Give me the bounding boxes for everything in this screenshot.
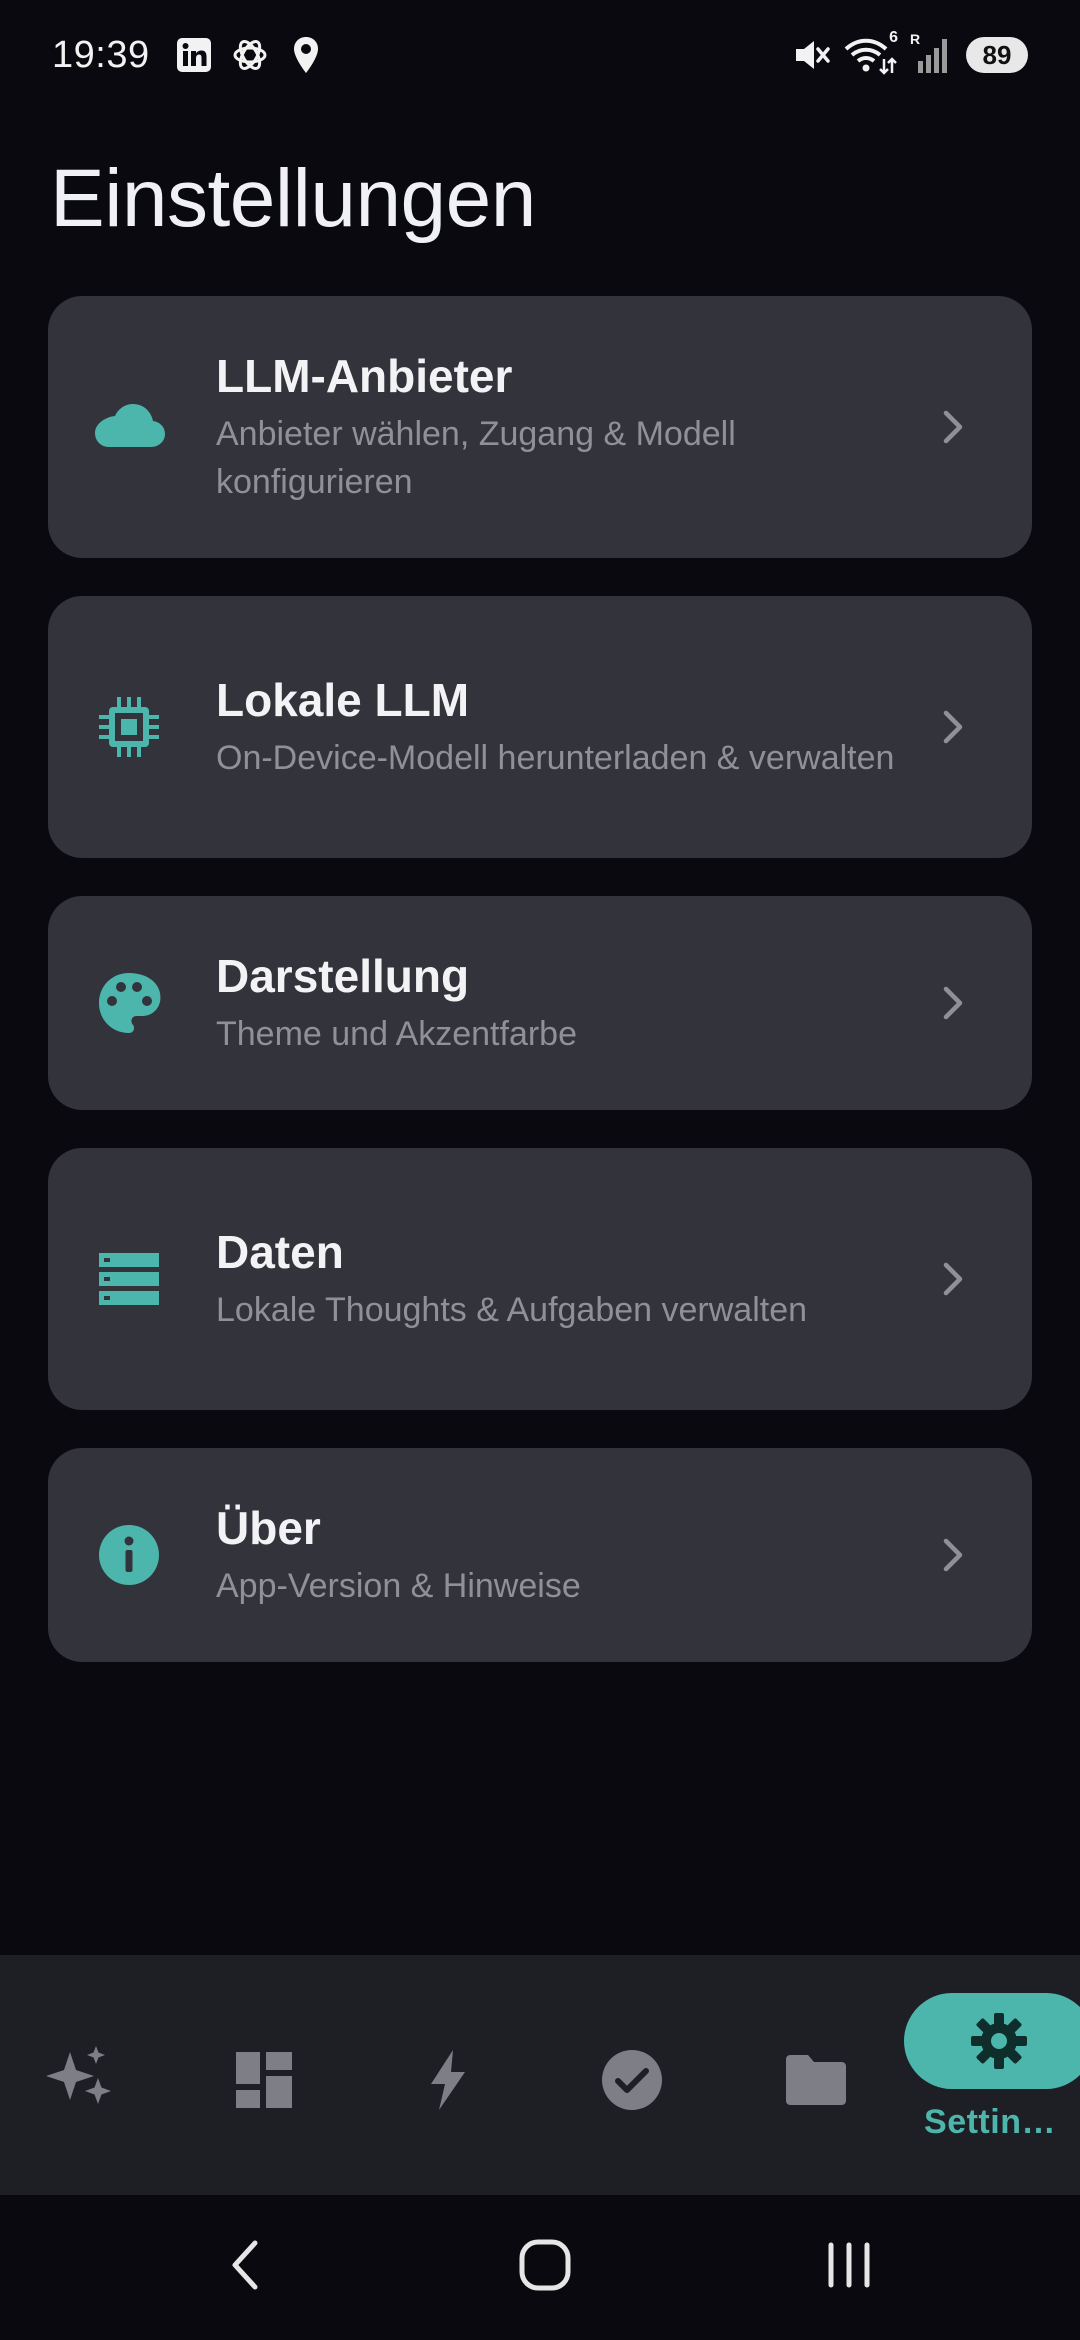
linkedin-icon	[174, 35, 214, 75]
status-right: 6 R 89	[792, 29, 1028, 75]
palette-icon	[90, 964, 168, 1042]
chevron-right-icon	[932, 1259, 972, 1299]
nav-item-tasks[interactable]	[562, 1955, 702, 2195]
wifi-badge: 6	[889, 29, 898, 46]
card-text: Daten Lokale Thoughts & Aufgaben verwalt…	[216, 1224, 912, 1334]
card-text: LLM-Anbieter Anbieter wählen, Zugang & M…	[216, 348, 912, 506]
battery-indicator: 89	[966, 37, 1028, 73]
back-icon[interactable]	[200, 2225, 290, 2305]
settings-item-title: Über	[216, 1502, 321, 1554]
wifi-icon: 6	[844, 29, 898, 75]
chevron-right-icon	[932, 407, 972, 447]
chevron-right-icon	[932, 983, 972, 1023]
card-text: Darstellung Theme und Akzentfarbe	[216, 948, 912, 1058]
nav-item-settings[interactable]: Settin…	[904, 1955, 1080, 2195]
card-text: Lokale LLM On-Device-Modell herunterlade…	[216, 672, 912, 782]
home-icon[interactable]	[500, 2225, 590, 2305]
signal-icon: R	[910, 31, 954, 75]
gear-icon	[969, 2011, 1029, 2071]
settings-item-title: Daten	[216, 1226, 344, 1278]
settings-item-title: LLM-Anbieter	[216, 350, 513, 402]
settings-item-subtitle: App-Version & Hinweise	[216, 1567, 581, 1605]
status-bar: 19:39 6 R 89	[0, 0, 1080, 110]
settings-item-about[interactable]: Über App-Version & Hinweise	[48, 1448, 1032, 1662]
bottom-navigation: Settin…	[0, 1955, 1080, 2195]
settings-item-local-llm[interactable]: Lokale LLM On-Device-Modell herunterlade…	[48, 596, 1032, 858]
settings-item-title: Darstellung	[216, 950, 470, 1002]
mute-icon	[792, 35, 832, 75]
info-icon	[90, 1516, 168, 1594]
settings-item-title: Lokale LLM	[216, 674, 470, 726]
folder-icon	[776, 2040, 856, 2120]
card-text: Über App-Version & Hinweise	[216, 1500, 912, 1610]
settings-item-llm-provider[interactable]: LLM-Anbieter Anbieter wählen, Zugang & M…	[48, 296, 1032, 558]
page-title: Einstellungen	[50, 153, 536, 244]
nav-item-bolt[interactable]	[377, 1955, 517, 2195]
settings-item-appearance[interactable]: Darstellung Theme und Akzentfarbe	[48, 896, 1032, 1110]
status-left: 19:39	[52, 34, 326, 77]
system-navigation-bar	[0, 2195, 1080, 2340]
openai-icon	[230, 35, 270, 75]
bolt-icon	[407, 2040, 487, 2120]
settings-screen: 19:39 6 R 89 Einstellungen LLM-Anbieter …	[0, 0, 1080, 2340]
sparkles-icon	[40, 2040, 120, 2120]
settings-item-subtitle: Theme und Akzentfarbe	[216, 1015, 578, 1053]
settings-item-subtitle: Lokale Thoughts & Aufgaben verwalten	[216, 1291, 808, 1329]
recents-icon[interactable]	[804, 2225, 894, 2305]
settings-item-data[interactable]: Daten Lokale Thoughts & Aufgaben verwalt…	[48, 1148, 1032, 1410]
status-time: 19:39	[52, 33, 150, 76]
nav-item-sparkles[interactable]	[10, 1955, 150, 2195]
settings-item-subtitle: On-Device-Modell herunterladen & verwalt…	[216, 739, 895, 777]
nav-item-label: Settin…	[924, 2103, 1056, 2141]
roaming-badge: R	[910, 31, 921, 47]
cloud-icon	[90, 388, 168, 466]
chevron-right-icon	[932, 1535, 972, 1575]
nav-item-folder[interactable]	[746, 1955, 886, 2195]
nav-active-indicator	[904, 1993, 1080, 2089]
storage-icon	[90, 1240, 168, 1318]
chip-icon	[90, 688, 168, 766]
settings-item-subtitle: Anbieter wählen, Zugang & Modell konfigu…	[216, 415, 736, 501]
chevron-right-icon	[932, 707, 972, 747]
nav-item-dashboard[interactable]	[194, 1955, 334, 2195]
check-circle-icon	[592, 2040, 672, 2120]
dashboard-icon	[224, 2040, 304, 2120]
location-pin-icon	[286, 35, 326, 75]
